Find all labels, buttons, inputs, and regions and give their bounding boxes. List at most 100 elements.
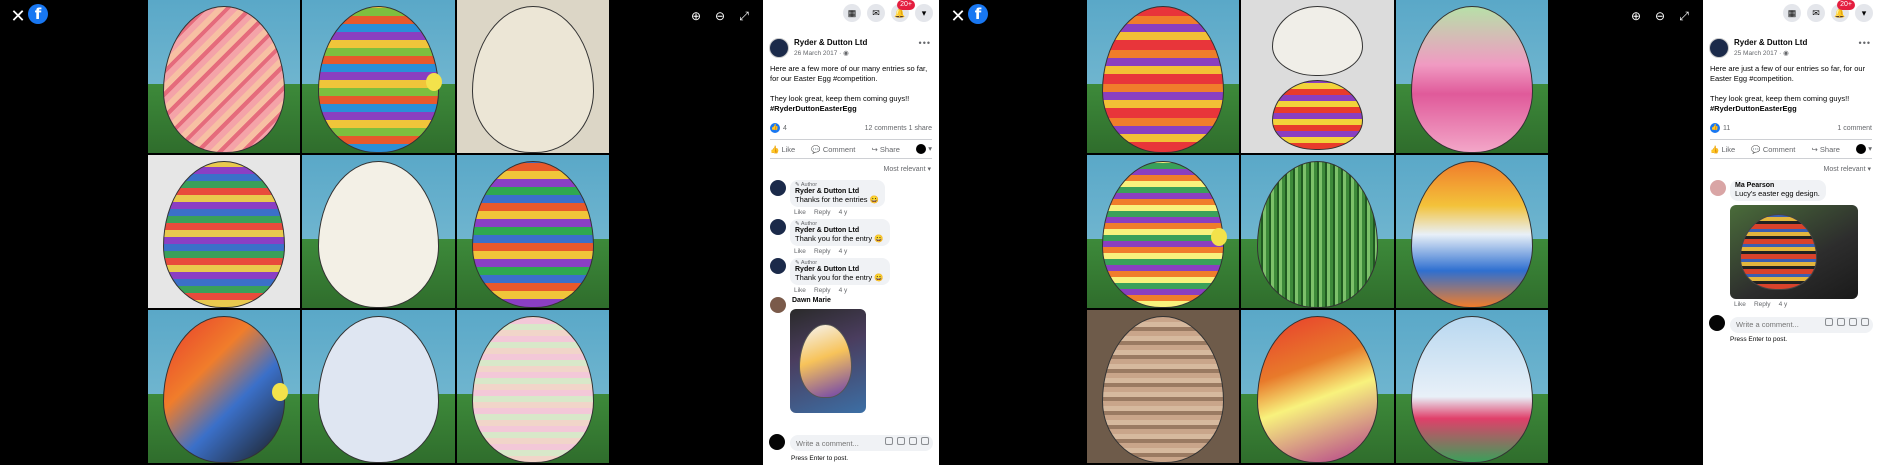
post-date[interactable]: 26 March 2017 · ◉ [794, 49, 867, 57]
comments-count[interactable]: 12 comments [865, 125, 907, 132]
page-avatar[interactable] [769, 38, 789, 58]
press-enter-hint: Press Enter to post. [791, 455, 849, 462]
comment-input-icons [885, 436, 929, 445]
close-icon[interactable]: ✕ [8, 6, 28, 26]
share-button[interactable]: ↪ Share [872, 145, 900, 154]
account-menu-icon[interactable]: ▾ [915, 4, 933, 22]
like-button[interactable]: 👍 Like [1710, 145, 1735, 154]
camera-icon[interactable] [1837, 318, 1845, 327]
react-as-selector[interactable]: ▾ [916, 144, 932, 155]
notifications-badge: 20+ [897, 0, 915, 10]
reaction-count[interactable]: 4 [783, 125, 787, 132]
messenger-icon[interactable]: ✉ [867, 4, 885, 22]
more-options-icon[interactable]: ••• [1859, 38, 1871, 48]
emoji-icon[interactable] [1825, 318, 1833, 327]
commenter-name[interactable]: Ryder & Dutton Ltd [795, 227, 884, 234]
like-button[interactable]: 👍 Like [770, 145, 795, 154]
messenger-icon[interactable]: ✉ [1807, 4, 1825, 22]
notifications-icon[interactable]: 🔔 20+ [1831, 0, 1855, 22]
zoom-out-icon[interactable]: ⊖ [713, 9, 727, 24]
page-name[interactable]: Ryder & Dutton Ltd [794, 38, 867, 47]
comment-like-link[interactable]: Like [794, 287, 806, 294]
post-date-text: 25 March 2017 · [1734, 50, 1784, 57]
facebook-logo[interactable]: f [968, 4, 988, 24]
comment-like-link[interactable]: Like [794, 248, 806, 255]
sticker-icon[interactable] [1861, 318, 1869, 327]
avatar [1709, 315, 1725, 332]
comment-button[interactable]: 💬 Comment [811, 145, 855, 154]
reaction-count[interactable]: 11 [1723, 125, 1730, 132]
comment-sort-dropdown[interactable]: Most relevant ▾ [763, 159, 939, 177]
notifications-icon[interactable]: 🔔 20+ [891, 0, 915, 22]
post-text-line: They look great, keep them coming guys!! [770, 94, 910, 103]
comment-bubble: ✎ Author Ryder & Dutton Ltd Thanks for t… [790, 180, 885, 208]
hashtag-link[interactable]: #RyderDuttonEasterEgg [1710, 104, 1872, 114]
commenter-name[interactable]: Ryder & Dutton Ltd [795, 266, 884, 273]
react-as-selector[interactable]: ▾ [1856, 144, 1872, 155]
commenter-avatar[interactable] [1710, 180, 1726, 197]
comment-time[interactable]: 4 y [839, 209, 848, 216]
comments-count[interactable]: 1 comment [1837, 125, 1872, 132]
comment-bubble: Ma Pearson Lucy's easter egg design. [1730, 180, 1826, 202]
comment-photo[interactable] [790, 309, 866, 414]
post-panel: ▦ ✉ 🔔 20+ ▾ Ryder & Dutton Ltd 26 March 2… [763, 0, 939, 465]
zoom-controls: ⊕ ⊖ ⤢ [689, 9, 751, 24]
zoom-out-icon[interactable]: ⊖ [1653, 9, 1667, 24]
comment-reply-link[interactable]: Reply [1754, 301, 1771, 308]
menu-icon[interactable]: ▦ [843, 4, 861, 22]
like-reaction-icon: 👍 [770, 123, 780, 133]
camera-icon[interactable] [897, 436, 905, 445]
shares-count[interactable]: 1 share [909, 125, 932, 132]
avatar [1856, 144, 1867, 155]
comment-reply-link[interactable]: Reply [814, 209, 831, 216]
page-avatar[interactable] [1709, 38, 1729, 58]
comment-like-link[interactable]: Like [1734, 301, 1746, 308]
photo-viewer-left: ✕ f ⊕ ⊖ ⤢ ▦ ✉ 🔔 20+ ▾ Ryder & Dutton Ltd… [0, 0, 939, 465]
commenter-avatar[interactable] [770, 297, 786, 314]
photo-collage[interactable] [1087, 0, 1548, 463]
photo-collage[interactable] [148, 0, 609, 463]
commenter-name[interactable]: Ryder & Dutton Ltd [795, 188, 879, 195]
post-header: Ryder & Dutton Ltd 25 March 2017 · ◉ ••• [1703, 26, 1879, 58]
hashtag-link[interactable]: #RyderDuttonEasterEgg [770, 104, 932, 114]
post-date[interactable]: 25 March 2017 · ◉ [1734, 49, 1807, 57]
more-options-icon[interactable]: ••• [919, 38, 931, 48]
avatar [916, 144, 927, 155]
close-icon[interactable]: ✕ [948, 6, 968, 26]
commenter-avatar[interactable] [770, 180, 786, 197]
comment-meta: Like Reply 4 y [790, 246, 932, 255]
commenter-avatar[interactable] [770, 258, 786, 275]
page-name[interactable]: Ryder & Dutton Ltd [1734, 38, 1807, 47]
fullscreen-icon[interactable]: ⤢ [1677, 9, 1691, 24]
comment-reply-link[interactable]: Reply [814, 287, 831, 294]
commenter-name[interactable]: Ma Pearson [1735, 182, 1820, 189]
post-date-text: 26 March 2017 · [794, 50, 844, 57]
commenter-avatar[interactable] [770, 219, 786, 236]
like-reaction-icon: 👍 [1710, 123, 1720, 133]
account-menu-icon[interactable]: ▾ [1855, 4, 1873, 22]
menu-icon[interactable]: ▦ [1783, 4, 1801, 22]
gif-icon[interactable] [1849, 318, 1857, 327]
gif-icon[interactable] [909, 436, 917, 445]
egg-drawing-tile [1395, 155, 1548, 308]
post-text: Here are a few more of our many entries … [763, 58, 939, 114]
comment-sort-dropdown[interactable]: Most relevant ▾ [1703, 159, 1879, 177]
comment-time[interactable]: 4 y [839, 248, 848, 255]
share-button[interactable]: ↪ Share [1812, 145, 1840, 154]
comment-bubble: ✎ Author Ryder & Dutton Ltd Thank you fo… [790, 258, 890, 286]
comment-button[interactable]: 💬 Comment [1751, 145, 1795, 154]
facebook-logo[interactable]: f [28, 4, 48, 24]
post-text-line: Here are a few more of our many entries … [770, 64, 928, 83]
zoom-in-icon[interactable]: ⊕ [1629, 9, 1643, 24]
zoom-controls: ⊕ ⊖ ⤢ [1629, 9, 1691, 24]
comment-like-link[interactable]: Like [794, 209, 806, 216]
fullscreen-icon[interactable]: ⤢ [737, 9, 751, 24]
emoji-icon[interactable] [885, 436, 893, 445]
comment-reply-link[interactable]: Reply [814, 248, 831, 255]
commenter-name[interactable]: Dawn Marie [790, 297, 932, 304]
sticker-icon[interactable] [921, 436, 929, 445]
comment-photo[interactable] [1730, 205, 1858, 300]
zoom-in-icon[interactable]: ⊕ [689, 9, 703, 24]
comment-time[interactable]: 4 y [1779, 301, 1788, 308]
comment-time[interactable]: 4 y [839, 287, 848, 294]
